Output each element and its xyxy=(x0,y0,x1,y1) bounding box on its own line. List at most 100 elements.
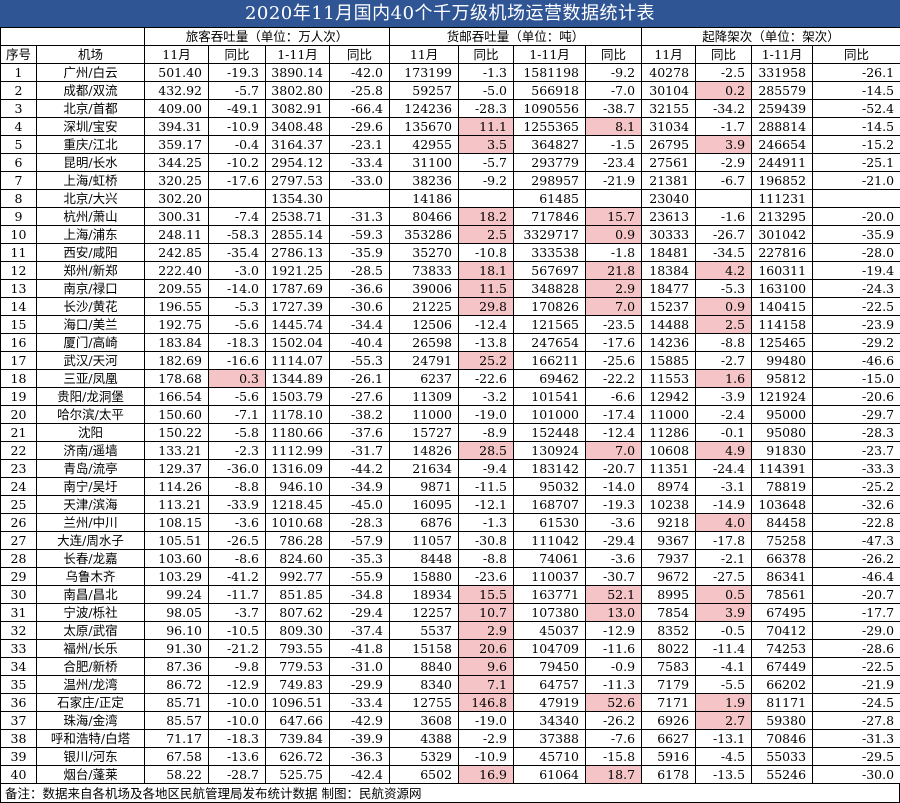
passenger-ytd-yoy-cell: -33.0 xyxy=(330,172,390,190)
passenger-nov-cell: 150.60 xyxy=(145,406,209,424)
passenger-ytd-cell: 1787.69 xyxy=(266,280,330,298)
flights-ytd-cell: 103648 xyxy=(752,496,813,514)
rank-cell: 18 xyxy=(1,370,37,388)
flights-ytd-yoy-cell: -31.3 xyxy=(813,730,900,748)
cargo-nov-cell: 21634 xyxy=(390,460,459,478)
flights-nov-yoy-cell: -1.6 xyxy=(696,208,752,226)
passenger-ytd-cell: 626.72 xyxy=(266,748,330,766)
passenger-ytd-yoy-cell: -34.9 xyxy=(330,478,390,496)
rank-cell: 27 xyxy=(1,532,37,550)
passenger-ytd-cell: 525.75 xyxy=(266,766,330,784)
cargo-ytd-cell: 3329717 xyxy=(514,226,586,244)
passenger-nov-yoy-cell: -0.4 xyxy=(209,136,266,154)
table-row: 33福州/长乐91.30-21.2793.55-41.81515820.6104… xyxy=(1,640,900,658)
flights-nov-cell: 18481 xyxy=(642,244,696,262)
rank-cell: 15 xyxy=(1,316,37,334)
flights-ytd-cell: 301042 xyxy=(752,226,813,244)
passenger-nov-yoy-cell: -58.3 xyxy=(209,226,266,244)
column-header: 同比 xyxy=(459,46,514,64)
rank-cell: 10 xyxy=(1,226,37,244)
airport-name-cell: 太原/武宿 xyxy=(37,622,145,640)
flights-ytd-yoy-cell: -14.5 xyxy=(813,82,900,100)
passenger-ytd-yoy-cell: -28.3 xyxy=(330,514,390,532)
flights-ytd-yoy-cell: -29.5 xyxy=(813,748,900,766)
passenger-nov-cell: 192.75 xyxy=(145,316,209,334)
table-row: 25天津/滨海113.21-33.91218.45-45.016095-12.1… xyxy=(1,496,900,514)
airport-name-cell: 福州/长乐 xyxy=(37,640,145,658)
passenger-nov-yoy-cell: -5.6 xyxy=(209,316,266,334)
flights-nov-yoy-cell: 3.9 xyxy=(696,136,752,154)
cargo-ytd-yoy-cell: -6.6 xyxy=(586,388,642,406)
passenger-ytd-cell: 1921.25 xyxy=(266,262,330,280)
airport-name-cell: 沈阳 xyxy=(37,424,145,442)
blank-header-cell xyxy=(1,28,145,46)
cargo-nov-yoy-cell: -22.6 xyxy=(459,370,514,388)
passenger-nov-yoy-cell: -10.0 xyxy=(209,694,266,712)
cargo-ytd-cell: 333538 xyxy=(514,244,586,262)
flights-ytd-yoy-cell: -29.0 xyxy=(813,622,900,640)
passenger-ytd-cell: 946.10 xyxy=(266,478,330,496)
flights-nov-yoy-cell xyxy=(696,190,752,208)
airport-name-cell: 郑州/新郑 xyxy=(37,262,145,280)
passenger-ytd-yoy-cell: -29.9 xyxy=(330,676,390,694)
table-row: 21沈阳150.22-5.81180.66-37.615727-8.915244… xyxy=(1,424,900,442)
cargo-nov-yoy-cell: 18.2 xyxy=(459,208,514,226)
flights-ytd-yoy-cell: -28.0 xyxy=(813,244,900,262)
passenger-ytd-cell: 739.84 xyxy=(266,730,330,748)
flights-ytd-cell: 331958 xyxy=(752,64,813,82)
passenger-ytd-yoy-cell: -42.0 xyxy=(330,64,390,82)
cargo-ytd-yoy-cell: -17.6 xyxy=(586,334,642,352)
flights-ytd-yoy-cell: -28.3 xyxy=(813,424,900,442)
flights-ytd-cell: 111231 xyxy=(752,190,813,208)
passenger-ytd-yoy-cell: -29.6 xyxy=(330,118,390,136)
cargo-group-header: 货邮吞吐量（单位：吨） xyxy=(390,28,642,46)
flights-nov-cell: 11553 xyxy=(642,370,696,388)
passenger-nov-yoy-cell: -2.3 xyxy=(209,442,266,460)
cargo-ytd-cell: 247654 xyxy=(514,334,586,352)
airport-name-cell: 温州/龙湾 xyxy=(37,676,145,694)
flights-nov-yoy-cell: -0.1 xyxy=(696,424,752,442)
passenger-nov-yoy-cell: -18.3 xyxy=(209,334,266,352)
airport-name-cell: 合肥/新桥 xyxy=(37,658,145,676)
cargo-nov-yoy-cell: -10.9 xyxy=(459,748,514,766)
passenger-ytd-yoy-cell: -29.4 xyxy=(330,604,390,622)
flights-nov-yoy-cell: -34.5 xyxy=(696,244,752,262)
table-row: 22济南/遥墙133.21-2.31112.99-31.71482628.513… xyxy=(1,442,900,460)
passenger-nov-cell: 108.15 xyxy=(145,514,209,532)
flights-nov-cell: 15237 xyxy=(642,298,696,316)
passenger-ytd-cell: 807.62 xyxy=(266,604,330,622)
passenger-ytd-yoy-cell: -36.6 xyxy=(330,280,390,298)
airport-name-cell: 石家庄/正定 xyxy=(37,694,145,712)
flights-nov-yoy-cell: -4.1 xyxy=(696,658,752,676)
airport-name-cell: 乌鲁木齐 xyxy=(37,568,145,586)
passenger-ytd-cell: 1503.79 xyxy=(266,388,330,406)
rank-cell: 1 xyxy=(1,64,37,82)
flights-ytd-cell: 99480 xyxy=(752,352,813,370)
column-header: 同比 xyxy=(696,46,752,64)
flights-ytd-cell: 121924 xyxy=(752,388,813,406)
rank-cell: 14 xyxy=(1,298,37,316)
flights-ytd-cell: 227816 xyxy=(752,244,813,262)
flights-nov-yoy-cell: 0.2 xyxy=(696,82,752,100)
table-row: 16厦门/高崎183.84-18.31502.04-40.426598-13.8… xyxy=(1,334,900,352)
flights-nov-cell: 27561 xyxy=(642,154,696,172)
flights-ytd-cell: 285579 xyxy=(752,82,813,100)
cargo-nov-cell: 39006 xyxy=(390,280,459,298)
cargo-ytd-yoy-cell: 7.0 xyxy=(586,442,642,460)
cargo-nov-cell: 11057 xyxy=(390,532,459,550)
flights-nov-cell: 6926 xyxy=(642,712,696,730)
rank-cell: 40 xyxy=(1,766,37,784)
flights-ytd-cell: 86341 xyxy=(752,568,813,586)
cargo-ytd-cell: 183142 xyxy=(514,460,586,478)
flights-nov-cell: 31034 xyxy=(642,118,696,136)
flights-ytd-cell: 196852 xyxy=(752,172,813,190)
table-row: 24南宁/吴圩114.26-8.8946.10-34.99871-11.5950… xyxy=(1,478,900,496)
cargo-ytd-yoy-cell: 0.9 xyxy=(586,226,642,244)
flights-nov-cell: 14236 xyxy=(642,334,696,352)
passenger-ytd-yoy-cell: -30.6 xyxy=(330,298,390,316)
rank-cell: 32 xyxy=(1,622,37,640)
passenger-nov-cell: 98.05 xyxy=(145,604,209,622)
passenger-ytd-cell: 2954.12 xyxy=(266,154,330,172)
cargo-ytd-cell: 79450 xyxy=(514,658,586,676)
flights-ytd-cell: 66378 xyxy=(752,550,813,568)
